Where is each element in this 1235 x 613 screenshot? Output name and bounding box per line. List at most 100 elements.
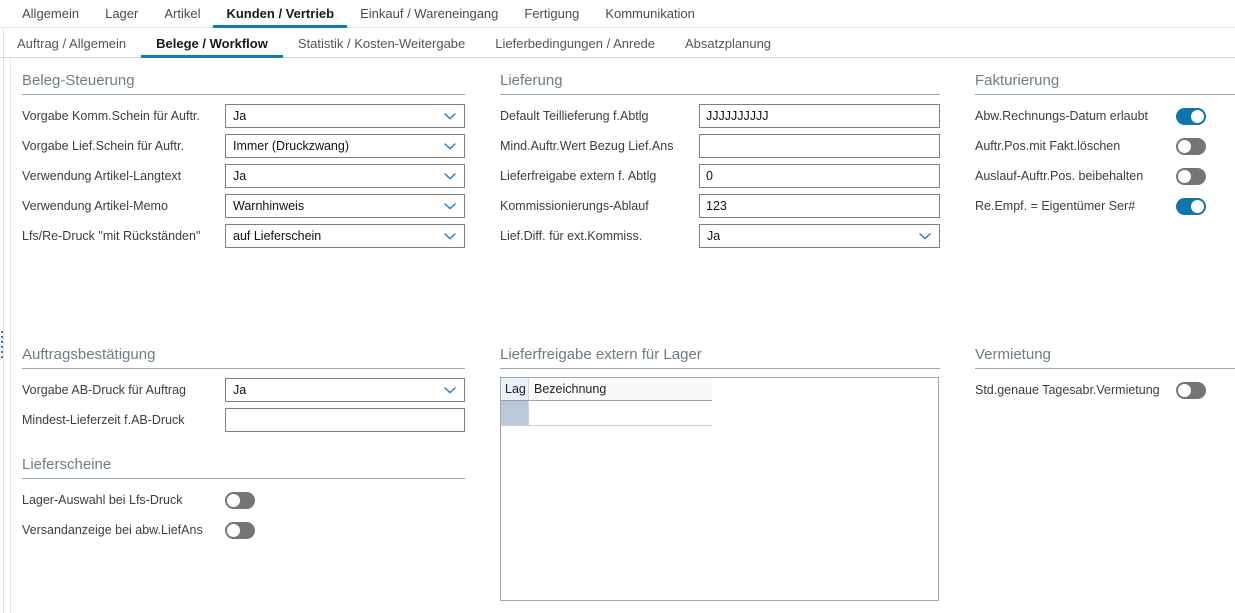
toggle-knob — [1178, 384, 1191, 397]
select-value: auf Lieferschein — [233, 229, 321, 243]
tab-kunden-vertrieb[interactable]: Kunden / Vertrieb — [213, 0, 347, 27]
field-label: Default Teillieferung f.Abtlg — [500, 109, 699, 123]
section-title: Lieferfreigabe extern für Lager — [500, 346, 940, 369]
toggle-lager-auswahl-lfs[interactable] — [225, 492, 255, 509]
section-title: Lieferscheine — [22, 456, 465, 479]
row-selector-cell[interactable] — [501, 401, 529, 426]
column-header-lag[interactable]: Lag — [501, 378, 529, 400]
select-value: Ja — [707, 229, 720, 243]
select-value: Immer (Druckzwang) — [233, 139, 349, 153]
select-vorgabe-ab-druck[interactable]: Ja — [225, 378, 465, 402]
toggle-knob — [1178, 140, 1191, 153]
chevron-down-icon — [444, 387, 456, 394]
section-lieferung: Lieferung Default Teillieferung f.Abtlg … — [500, 72, 940, 251]
toggle-auslauf-auftr-pos[interactable] — [1176, 168, 1206, 185]
chevron-down-icon — [444, 113, 456, 120]
select-lief-diff[interactable]: Ja — [699, 224, 940, 248]
row-kommissionierungs-ablauf: Kommissionierungs-Ablauf — [500, 191, 940, 221]
lager-table[interactable]: Lag Bezeichnung — [500, 377, 939, 601]
section-title: Beleg-Steuerung — [22, 72, 465, 95]
row-auftr-pos-fakt-loeschen: Auftr.Pos.mit Fakt.löschen — [975, 131, 1235, 161]
field-label: Lfs/Re-Druck "mit Rückständen" — [22, 229, 225, 243]
secondary-tab-bar: Auftrag / Allgemein Belege / Workflow St… — [0, 29, 1235, 58]
section-auftragsbestaetigung: Auftragsbestätigung Vorgabe AB-Druck für… — [22, 346, 465, 435]
select-value: Ja — [233, 169, 246, 183]
subtab-statistik-kosten[interactable]: Statistik / Kosten-Weitergabe — [283, 29, 480, 57]
row-artikel-memo: Verwendung Artikel-Memo Warnhinweis — [22, 191, 465, 221]
input-mind-auftr-wert[interactable] — [699, 134, 940, 158]
select-vorgabe-lief-schein[interactable]: Immer (Druckzwang) — [225, 134, 465, 158]
chevron-down-icon — [444, 203, 456, 210]
toggle-auftr-pos-fakt-loeschen[interactable] — [1176, 138, 1206, 155]
toggle-std-genaue-tagesabr[interactable] — [1176, 382, 1206, 399]
field-label: Vorgabe Komm.Schein für Auftr. — [22, 109, 225, 123]
chevron-down-icon — [444, 173, 456, 180]
input-kommissionierungs-ablauf[interactable] — [699, 194, 940, 218]
field-label: Lieferfreigabe extern f. Abtlg — [500, 169, 699, 183]
select-artikel-langtext[interactable]: Ja — [225, 164, 465, 188]
field-label: Kommissionierungs-Ablauf — [500, 199, 699, 213]
field-label: Verwendung Artikel-Memo — [22, 199, 225, 213]
chevron-down-icon — [444, 143, 456, 150]
settings-page: Allgemein Lager Artikel Kunden / Vertrie… — [0, 0, 1235, 613]
tab-kommunikation[interactable]: Kommunikation — [592, 0, 708, 27]
select-value: Ja — [233, 109, 246, 123]
toggle-knob — [227, 494, 240, 507]
section-title: Vermietung — [975, 346, 1235, 369]
toggle-knob — [1178, 170, 1191, 183]
section-title: Lieferung — [500, 72, 940, 95]
field-label: Versandanzeige bei abw.LiefAns — [22, 523, 225, 537]
select-value: Ja — [233, 383, 246, 397]
splitter-line — [3, 29, 4, 613]
splitter-line — [10, 58, 11, 613]
row-lager-auswahl-lfs: Lager-Auswahl bei Lfs-Druck — [22, 485, 465, 515]
select-artikel-memo[interactable]: Warnhinweis — [225, 194, 465, 218]
row-mind-auftr-wert: Mind.Auftr.Wert Bezug Lief.Ans — [500, 131, 940, 161]
toggle-versandanzeige[interactable] — [225, 522, 255, 539]
field-label: Lager-Auswahl bei Lfs-Druck — [22, 493, 225, 507]
select-lfs-re-druck[interactable]: auf Lieferschein — [225, 224, 465, 248]
section-fakturierung: Fakturierung Abw.Rechnungs-Datum erlaubt… — [975, 72, 1235, 221]
tab-lager[interactable]: Lager — [92, 0, 151, 27]
input-lieferfreigabe-extern[interactable] — [699, 164, 940, 188]
table-row[interactable] — [501, 401, 938, 426]
lager-table-header: Lag Bezeichnung — [501, 378, 938, 400]
select-vorgabe-komm-schein[interactable]: Ja — [225, 104, 465, 128]
subtab-absatzplanung[interactable]: Absatzplanung — [670, 29, 786, 57]
tab-artikel[interactable]: Artikel — [151, 0, 213, 27]
select-value: Warnhinweis — [233, 199, 304, 213]
input-default-teillieferung[interactable] — [699, 104, 940, 128]
primary-tab-bar: Allgemein Lager Artikel Kunden / Vertrie… — [0, 0, 1235, 28]
tab-fertigung[interactable]: Fertigung — [511, 0, 592, 27]
field-label: Abw.Rechnungs-Datum erlaubt — [975, 109, 1148, 123]
subtab-belege-workflow[interactable]: Belege / Workflow — [141, 29, 283, 57]
row-vorgabe-ab-druck: Vorgabe AB-Druck für Auftrag Ja — [22, 375, 465, 405]
input-mindest-lieferzeit[interactable] — [225, 408, 465, 432]
row-re-empf-eigentuemer: Re.Empf. = Eigentümer Ser# — [975, 191, 1235, 221]
column-header-bezeichnung[interactable]: Bezeichnung — [529, 378, 712, 400]
tab-allgemein[interactable]: Allgemein — [9, 0, 92, 27]
field-label: Re.Empf. = Eigentümer Ser# — [975, 199, 1135, 213]
toggle-knob — [227, 524, 240, 537]
row-auslauf-auftr-pos: Auslauf-Auftr.Pos. beibehalten — [975, 161, 1235, 191]
toggle-knob — [1191, 110, 1204, 123]
section-lieferscheine: Lieferscheine Lager-Auswahl bei Lfs-Druc… — [22, 456, 465, 545]
row-lfs-re-druck: Lfs/Re-Druck "mit Rückständen" auf Liefe… — [22, 221, 465, 251]
row-abw-rechnungs-datum: Abw.Rechnungs-Datum erlaubt — [975, 101, 1235, 131]
row-lief-diff: Lief.Diff. für ext.Kommiss. Ja — [500, 221, 940, 251]
field-label: Lief.Diff. für ext.Kommiss. — [500, 229, 699, 243]
splitter-grip[interactable] — [1, 331, 3, 358]
row-mindest-lieferzeit: Mindest-Lieferzeit f.AB-Druck — [22, 405, 465, 435]
field-label: Std.genaue Tagesabr.Vermietung — [975, 383, 1160, 397]
toggle-abw-rechnungs-datum[interactable] — [1176, 108, 1206, 125]
section-title: Fakturierung — [975, 72, 1235, 95]
toggle-re-empf-eigentuemer[interactable] — [1176, 198, 1206, 215]
subtab-lieferbedingungen-anrede[interactable]: Lieferbedingungen / Anrede — [480, 29, 670, 57]
tab-einkauf-wareneingang[interactable]: Einkauf / Wareneingang — [347, 0, 511, 27]
field-label: Vorgabe Lief.Schein für Auftr. — [22, 139, 225, 153]
field-label: Auslauf-Auftr.Pos. beibehalten — [975, 169, 1143, 183]
row-vorgabe-lief-schein: Vorgabe Lief.Schein für Auftr. Immer (Dr… — [22, 131, 465, 161]
subtab-auftrag-allgemein[interactable]: Auftrag / Allgemein — [2, 29, 141, 57]
row-vorgabe-komm-schein: Vorgabe Komm.Schein für Auftr. Ja — [22, 101, 465, 131]
section-lieferfreigabe-lager: Lieferfreigabe extern für Lager Lag Beze… — [500, 346, 940, 601]
